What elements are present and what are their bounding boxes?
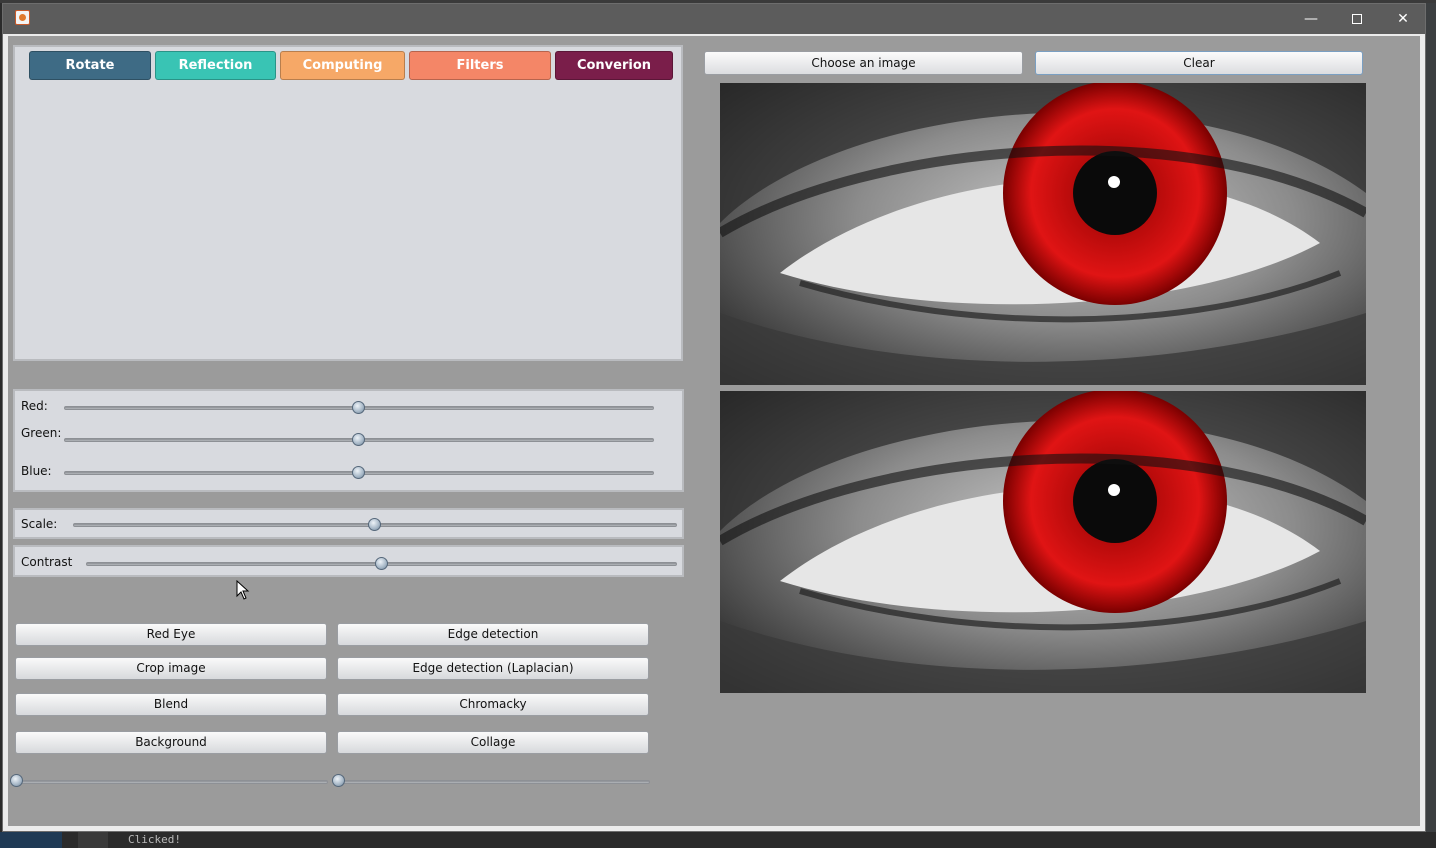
- minimize-button[interactable]: —: [1288, 4, 1334, 34]
- taskbar-block: [78, 832, 108, 848]
- console-output: Clicked!: [128, 833, 181, 846]
- close-button[interactable]: ✕: [1380, 4, 1426, 34]
- blend-slider-track[interactable]: [17, 780, 328, 784]
- green-slider-label: Green:: [21, 426, 62, 440]
- edge-detection-laplacian-button[interactable]: Edge detection (Laplacian): [337, 657, 649, 680]
- scale-slider-label: Scale:: [21, 517, 58, 531]
- contrast-slider-thumb[interactable]: [374, 557, 388, 570]
- red-eye-photo-icon: [720, 391, 1366, 693]
- java-app-icon: [15, 10, 30, 25]
- scale-slider-thumb[interactable]: [368, 518, 381, 531]
- choose-image-button[interactable]: Choose an image: [704, 51, 1023, 75]
- blue-slider-thumb[interactable]: [352, 466, 365, 479]
- tab-computing[interactable]: Computing: [280, 51, 405, 80]
- mouse-cursor-icon: [236, 580, 250, 600]
- original-image-preview: [720, 83, 1366, 385]
- chromacky-slider-track[interactable]: [339, 780, 650, 784]
- processed-image-preview: [720, 391, 1366, 693]
- tab-converion[interactable]: Converion: [555, 51, 673, 80]
- maximize-icon: [1352, 14, 1362, 24]
- desktop-right-strip: [1426, 3, 1436, 832]
- taskbar-block: [0, 832, 62, 848]
- desktop-bottom-strip: [0, 832, 1436, 848]
- contrast-slider-label: Contrast: [21, 555, 73, 569]
- contrast-slider-panel: Contrast: [13, 545, 684, 577]
- chromacky-button[interactable]: Chromacky: [337, 693, 649, 716]
- red-slider-label: Red:: [21, 399, 48, 413]
- maximize-button[interactable]: [1334, 4, 1380, 34]
- crop-image-button[interactable]: Crop image: [15, 657, 327, 680]
- blend-button[interactable]: Blend: [15, 693, 327, 716]
- scale-slider-panel: Scale:: [13, 508, 684, 539]
- collage-button[interactable]: Collage: [337, 731, 649, 754]
- green-slider-thumb[interactable]: [352, 433, 365, 446]
- operations-tab-panel: Rotate Reflection Computing Filters Conv…: [13, 45, 683, 361]
- rgb-sliders-panel: Red: Green: Blue:: [13, 389, 684, 492]
- app-window: — ✕ Rotate Reflection Computing Filters …: [2, 3, 1426, 832]
- chromacky-slider-thumb[interactable]: [332, 774, 345, 787]
- background-button[interactable]: Background: [15, 731, 327, 754]
- red-slider-thumb[interactable]: [352, 401, 365, 414]
- red-eye-photo-icon: [720, 83, 1366, 385]
- edge-detection-button[interactable]: Edge detection: [337, 623, 649, 646]
- main-content: Rotate Reflection Computing Filters Conv…: [8, 36, 1420, 826]
- tab-filters[interactable]: Filters: [409, 51, 551, 80]
- clear-button[interactable]: Clear: [1035, 51, 1363, 75]
- blend-slider-thumb[interactable]: [10, 774, 23, 787]
- tab-rotate[interactable]: Rotate: [29, 51, 151, 80]
- blue-slider-label: Blue:: [21, 464, 52, 478]
- title-bar[interactable]: — ✕: [3, 4, 1425, 34]
- red-eye-button[interactable]: Red Eye: [15, 623, 327, 646]
- tab-reflection[interactable]: Reflection: [155, 51, 276, 80]
